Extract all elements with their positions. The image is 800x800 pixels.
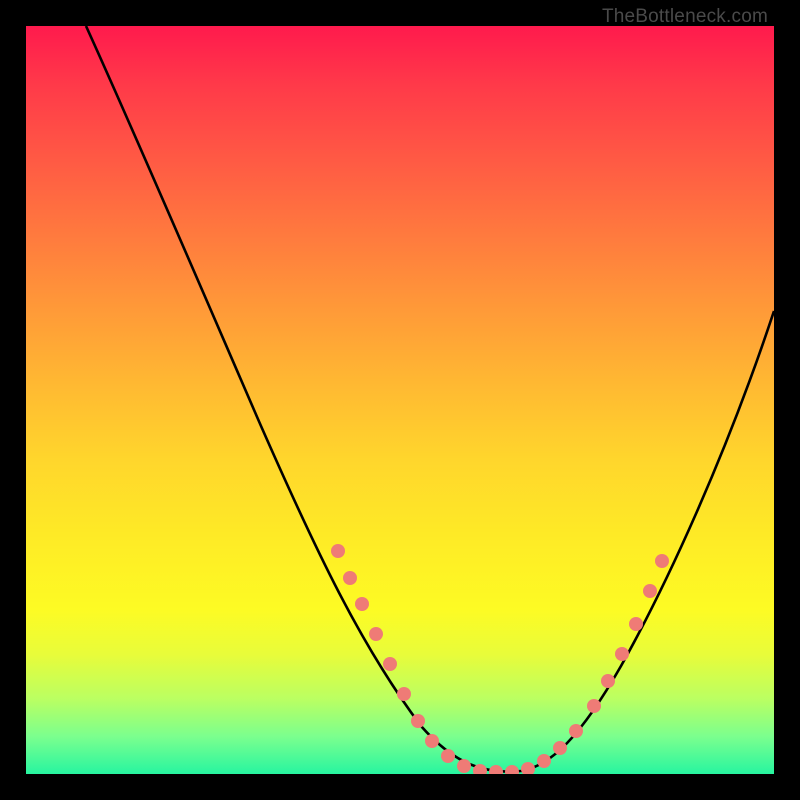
marker-dot <box>397 687 411 701</box>
plot-area <box>26 26 774 774</box>
marker-dot <box>587 699 601 713</box>
marker-dot <box>425 734 439 748</box>
marker-dot <box>553 741 567 755</box>
bottleneck-curve <box>86 26 774 772</box>
curve-layer <box>26 26 774 774</box>
marker-dot <box>343 571 357 585</box>
marker-dot <box>601 674 615 688</box>
marker-dot <box>629 617 643 631</box>
marker-dot <box>537 754 551 768</box>
marker-dot <box>655 554 669 568</box>
marker-dot <box>521 762 535 774</box>
marker-dot <box>505 765 519 774</box>
marker-dot <box>615 647 629 661</box>
marker-dot <box>457 759 471 773</box>
marker-dot <box>383 657 397 671</box>
marker-dot <box>489 765 503 774</box>
marker-dot <box>331 544 345 558</box>
marker-dot <box>643 584 657 598</box>
attribution-label: TheBottleneck.com <box>602 6 768 28</box>
marker-dot <box>569 724 583 738</box>
marker-dot <box>355 597 369 611</box>
marker-dot <box>411 714 425 728</box>
marker-dot <box>369 627 383 641</box>
marker-group <box>331 544 669 774</box>
marker-dot <box>441 749 455 763</box>
outer-frame: TheBottleneck.com <box>0 0 800 800</box>
